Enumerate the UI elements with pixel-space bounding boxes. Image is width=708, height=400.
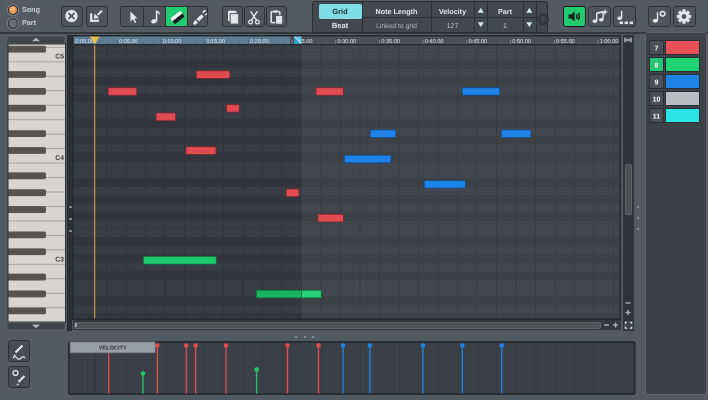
svg-text:Part: Part	[498, 7, 513, 16]
svg-text:VELOCITY: VELOCITY	[99, 346, 127, 352]
svg-text:9: 9	[655, 79, 659, 86]
svg-text:0:15.00: 0:15.00	[206, 39, 225, 45]
svg-text:127: 127	[447, 23, 459, 30]
svg-text:0:30.00: 0:30.00	[338, 39, 357, 45]
svg-text:0:20.00: 0:20.00	[250, 39, 269, 45]
svg-text:1: 1	[503, 23, 507, 30]
svg-text:0:10.00: 0:10.00	[163, 39, 182, 45]
svg-text:0:05.00: 0:05.00	[119, 39, 138, 45]
svg-text:0:45.00: 0:45.00	[469, 39, 488, 45]
svg-text:?: ?	[540, 17, 544, 24]
svg-text:C5: C5	[55, 53, 64, 60]
svg-text:0:35.00: 0:35.00	[381, 39, 400, 45]
svg-text:Velocity: Velocity	[439, 7, 466, 16]
svg-text:11: 11	[653, 113, 661, 120]
svg-text:10: 10	[653, 96, 661, 103]
svg-text:0:00.00: 0:00.00	[75, 39, 94, 45]
svg-text:0:55.00: 0:55.00	[556, 39, 575, 45]
svg-text:0:40.00: 0:40.00	[425, 39, 444, 45]
svg-text:C3: C3	[55, 257, 64, 264]
svg-text:7: 7	[655, 45, 659, 52]
svg-text:8: 8	[655, 62, 659, 69]
svg-text:C4: C4	[55, 155, 64, 162]
svg-text:1:00.00: 1:00.00	[600, 39, 619, 45]
svg-text:0:50.00: 0:50.00	[512, 39, 531, 45]
svg-text:Beat: Beat	[332, 21, 349, 30]
svg-text:Linked to grid: Linked to grid	[376, 23, 417, 30]
svg-text:Note Length: Note Length	[376, 7, 418, 16]
svg-text:Grid: Grid	[332, 7, 348, 16]
